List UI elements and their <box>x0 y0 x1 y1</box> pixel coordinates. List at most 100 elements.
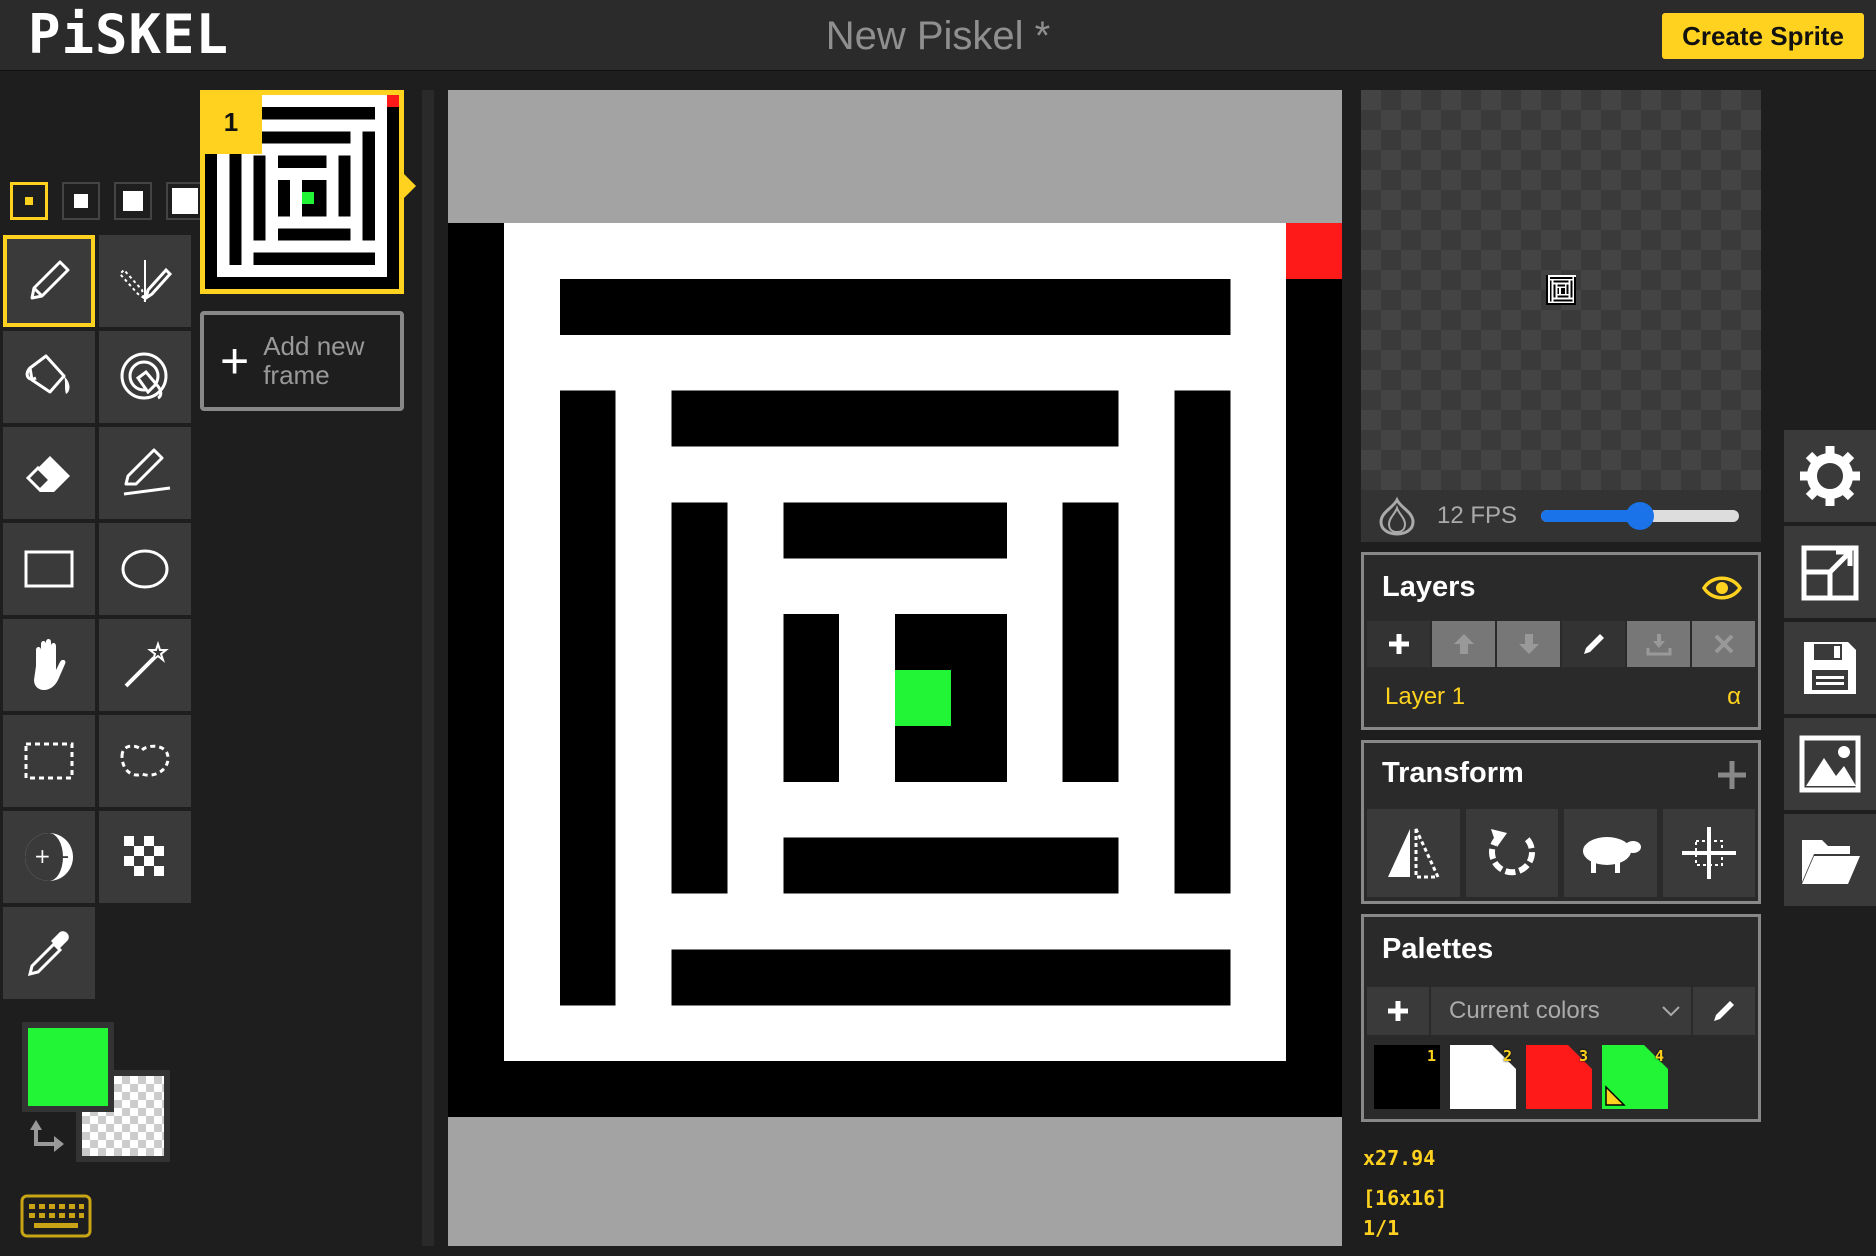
save-icon <box>1804 642 1856 694</box>
circle-tool[interactable] <box>99 523 191 615</box>
pixel-bar <box>671 502 728 894</box>
rectangle-selection-tool[interactable] <box>3 715 95 807</box>
color-picker-tool[interactable] <box>3 907 95 999</box>
add-frame-button[interactable]: + Add new frame <box>200 311 404 411</box>
keyboard-shortcuts-icon[interactable] <box>20 1194 92 1238</box>
palette-swatch[interactable]: 3 <box>1526 1045 1592 1109</box>
edit-layer-button[interactable] <box>1562 621 1625 667</box>
add-layer-button[interactable] <box>1367 621 1430 667</box>
pixel-bar <box>671 949 1231 1006</box>
pen-tool[interactable] <box>3 235 95 327</box>
transform-panel: Transform <box>1361 740 1761 904</box>
palette-swatch[interactable]: 1 <box>1374 1045 1440 1109</box>
add-frame-label: Add new frame <box>263 331 365 390</box>
eye-icon[interactable] <box>1702 573 1742 603</box>
palettes-title: Palettes <box>1382 933 1494 965</box>
paint-same-color-icon <box>120 352 168 400</box>
layer-item[interactable]: Layer 1 α <box>1367 671 1755 723</box>
paint-all-same-color-tool[interactable] <box>99 331 191 423</box>
lasso-selection-tool[interactable] <box>99 715 191 807</box>
onion-skin-icon[interactable] <box>1375 496 1419 536</box>
magic-wand-icon <box>124 640 169 688</box>
edit-palette-button[interactable] <box>1693 987 1755 1035</box>
pen-size-4[interactable] <box>166 182 204 220</box>
swap-colors-icon[interactable] <box>30 1118 70 1158</box>
rotate-button[interactable] <box>1465 809 1558 897</box>
frame-position: 1/1 <box>1363 1216 1400 1240</box>
swatch-index: 2 <box>1502 1047 1512 1065</box>
frame-number: 1 <box>200 90 262 154</box>
paint-bucket-tool[interactable] <box>3 331 95 423</box>
pen-size-1[interactable] <box>10 182 48 220</box>
pixel-bar <box>559 390 616 1006</box>
frames-scrollbar[interactable] <box>422 90 434 1246</box>
vertical-mirror-pen-tool[interactable] <box>99 235 191 327</box>
frame-thumbnail[interactable]: 1 <box>200 90 404 294</box>
eyedropper-icon <box>27 931 69 977</box>
palette-swatch[interactable]: 2 <box>1450 1045 1516 1109</box>
flip-button[interactable] <box>1367 809 1460 897</box>
eraser-tool[interactable] <box>3 427 95 519</box>
resize-button[interactable] <box>1784 526 1876 618</box>
palette-select[interactable]: Current colors <box>1431 987 1691 1035</box>
merge-down-icon <box>1646 634 1671 656</box>
center-button[interactable] <box>1662 809 1755 897</box>
transform-tools <box>1367 809 1755 897</box>
save-button[interactable] <box>1784 622 1876 714</box>
pixel-bar <box>1062 502 1119 782</box>
layer-alpha-button[interactable]: α <box>1727 683 1741 711</box>
plus-icon[interactable] <box>1716 759 1748 791</box>
open-folder-icon <box>1802 840 1860 884</box>
palette-swatches: 1 2 3 4 <box>1374 1045 1668 1109</box>
animation-preview[interactable] <box>1361 90 1761 490</box>
pen-size-2[interactable] <box>62 182 100 220</box>
flip-icon <box>1388 828 1441 879</box>
palettes-panel: Palettes Current colors 1 2 3 4 <box>1361 914 1761 1122</box>
sheep-clone-icon <box>1583 837 1642 873</box>
swatch-index: 3 <box>1578 1047 1588 1065</box>
export-button[interactable] <box>1784 718 1876 810</box>
frame-selected-indicator <box>404 174 416 198</box>
drawing-area[interactable] <box>448 90 1342 1246</box>
create-sprite-button[interactable]: Create Sprite <box>1662 13 1864 59</box>
move-layer-down-button[interactable] <box>1497 621 1560 667</box>
close-icon <box>1714 634 1733 654</box>
palette-swatch[interactable]: 4 <box>1602 1045 1668 1109</box>
settings-button[interactable] <box>1784 430 1876 522</box>
circle-icon <box>121 549 169 589</box>
pixel-green <box>895 670 951 726</box>
pixel-bar <box>559 278 1231 335</box>
lighten-tool[interactable]: + − <box>3 811 95 903</box>
pixel-border-bottom <box>448 1061 1342 1117</box>
move-layer-up-button[interactable] <box>1432 621 1495 667</box>
swatch-index: 1 <box>1426 1047 1436 1065</box>
stroke-icon <box>123 448 171 496</box>
shape-selection-tool[interactable] <box>99 619 191 711</box>
paint-bucket-icon <box>25 354 70 394</box>
dithering-tool[interactable] <box>99 811 191 903</box>
clone-button[interactable] <box>1564 809 1657 897</box>
merge-layer-button[interactable] <box>1627 621 1690 667</box>
pencil-icon <box>1583 634 1604 654</box>
fps-slider-thumb[interactable] <box>1626 502 1655 530</box>
svg-text:−: − <box>52 845 70 870</box>
layers-panel: Layers Layer 1 α <box>1361 552 1761 730</box>
tool-palette: + − <box>3 235 191 999</box>
fps-slider[interactable] <box>1541 502 1740 530</box>
add-palette-button[interactable] <box>1367 987 1429 1035</box>
pixel-bar <box>783 614 840 782</box>
delete-layer-button[interactable] <box>1692 621 1755 667</box>
pixel-red <box>1286 223 1342 279</box>
move-tool[interactable] <box>3 619 95 711</box>
rectangle-tool[interactable] <box>3 523 95 615</box>
pixel-canvas[interactable] <box>448 223 1342 1117</box>
resize-icon <box>1801 545 1859 601</box>
rotate-icon <box>1488 829 1535 876</box>
pen-size-selector <box>10 182 204 220</box>
pen-size-3[interactable] <box>114 182 152 220</box>
primary-color-swatch[interactable] <box>22 1022 114 1112</box>
document-title[interactable]: New Piskel * <box>0 14 1876 59</box>
primary-color-marker-icon <box>1605 1085 1626 1106</box>
open-button[interactable] <box>1784 814 1876 906</box>
stroke-tool[interactable] <box>99 427 191 519</box>
